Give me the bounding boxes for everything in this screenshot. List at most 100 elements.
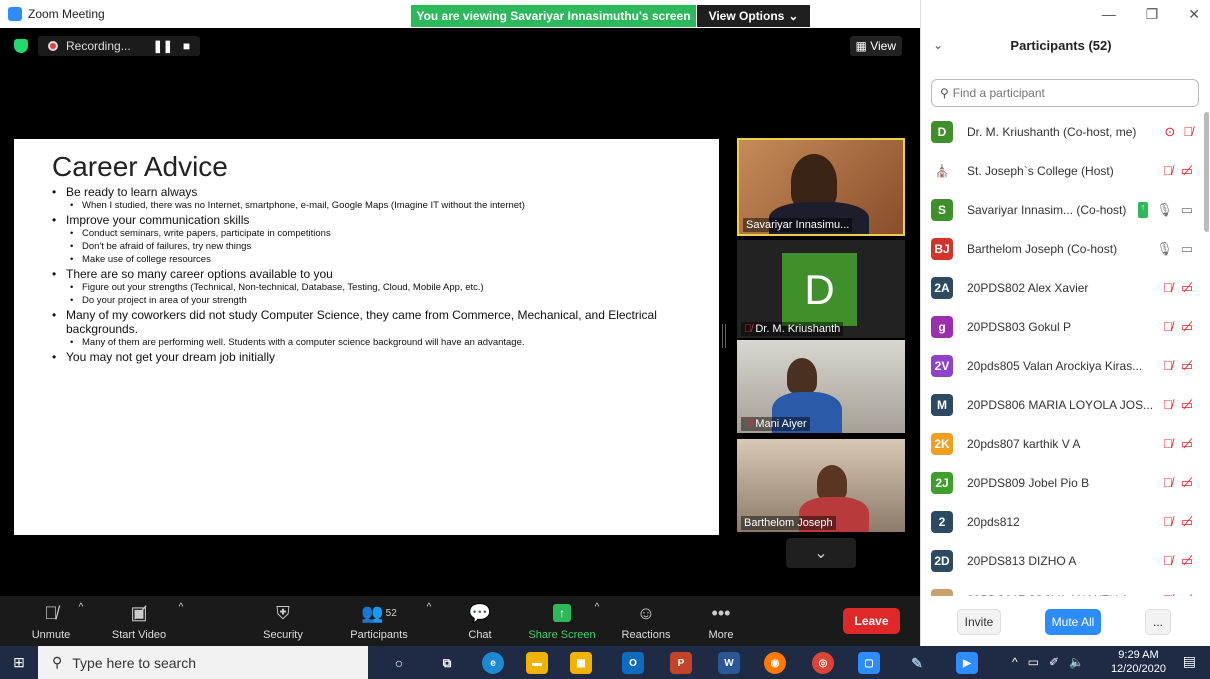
word-icon[interactable]: W	[718, 652, 740, 674]
more-label: More	[708, 629, 734, 641]
outlook-icon[interactable]: O	[622, 652, 644, 674]
network-icon[interactable]: ▭	[1028, 655, 1039, 669]
audio-options-caret[interactable]: ^	[74, 596, 88, 646]
video-tile-mani[interactable]: 🎙̸ Mani Aiyer	[737, 340, 905, 433]
participant-row[interactable]: ⛪ St. Joseph`s College (Host) 🎙̸ ▭̸	[921, 151, 1203, 190]
participant-row[interactable]: M 20PDS806 MARIA LOYOLA JOS... 🎙̸ ▭̸	[921, 385, 1203, 424]
participant-row[interactable]: D Dr. M. Kriushanth (Co-host, me) ⊙ 🎙̸	[921, 112, 1203, 151]
file-explorer-icon[interactable]: ▬	[526, 652, 548, 674]
mute-all-button[interactable]: Mute All	[1045, 609, 1101, 635]
participant-row[interactable]: g 20PDS803 Gokul P 🎙̸ ▭̸	[921, 307, 1203, 346]
participant-row[interactable]: 20PDS817 JOSVA ANANTH A 🎙̸ ▭̸	[921, 580, 1203, 596]
participants-options-caret[interactable]: ^	[422, 596, 436, 646]
security-button[interactable]: ⛨ Security	[258, 596, 308, 646]
participant-status: 🎙̸ ▭̸	[1163, 475, 1193, 491]
share-screen-label: Share Screen	[528, 629, 596, 641]
participant-status: 🎙̸ ▭̸	[1163, 358, 1193, 374]
participants-panel: — ❐ ✕ ⌄ Participants (52) ⚲ DDr. M. Kriu…	[920, 0, 1210, 646]
participant-name: 20pds812	[967, 514, 1020, 529]
slide-bullet: Many of my coworkers did not study Compu…	[52, 308, 681, 336]
participant-row[interactable]: 2J 20PDS809 Jobel Pio B 🎙̸ ▭̸	[921, 463, 1203, 502]
paint-icon[interactable]: ✎	[906, 652, 928, 674]
participant-status: ⊙ 🎙̸	[1164, 124, 1193, 140]
slide-sub-bullet: Don't be afraid of failures, try new thi…	[52, 240, 681, 253]
view-button[interactable]: ▦ View	[849, 36, 902, 56]
participant-row[interactable]: BJ Barthelom Joseph (Co-host) 🎙 ▭	[921, 229, 1203, 268]
encryption-shield-icon[interactable]	[14, 39, 28, 53]
chevron-up-icon[interactable]: ^	[1012, 655, 1018, 669]
view-options-button[interactable]: View Options ⌄	[697, 5, 810, 27]
participant-name: Savariyar Innasim... (Co-host)	[967, 202, 1127, 217]
volume-icon[interactable]: 🔈	[1069, 655, 1084, 669]
restore-icon[interactable]: ❐	[1146, 6, 1159, 23]
grid-icon: ▦	[855, 39, 871, 53]
close-icon[interactable]: ✕	[1188, 6, 1200, 23]
record-icon	[48, 41, 58, 51]
avatar: 2V	[931, 354, 953, 377]
share-options-caret[interactable]: ^	[590, 596, 604, 646]
windows-start-icon[interactable]: ⊞	[0, 646, 38, 679]
participant-row[interactable]: 2D 20PDS813 DIZHO A 🎙̸ ▭̸	[921, 541, 1203, 580]
recording-label: Recording...	[66, 39, 131, 53]
screen-capture-icon[interactable]: ▢	[858, 652, 880, 674]
taskbar-search[interactable]: ⚲ Type here to search	[38, 646, 368, 679]
participant-row[interactable]: 2 20pds812 🎙̸ ▭̸	[921, 502, 1203, 541]
video-tile-savariyar[interactable]: Savariyar Innasimu...	[737, 138, 905, 236]
slide-title: Career Advice	[52, 151, 228, 182]
zoom-taskbar-icon[interactable]: ▶	[956, 652, 978, 674]
search-input[interactable]	[952, 86, 1173, 100]
window-title: Zoom Meeting	[28, 7, 105, 21]
taskbar-search-placeholder: Type here to search	[72, 654, 197, 671]
video-off-icon: ▭̸	[1180, 513, 1193, 529]
chat-button[interactable]: 💬 Chat	[460, 596, 500, 646]
video-off-icon: ▭̸	[1180, 552, 1193, 568]
participant-name: 20PDS809 Jobel Pio B	[967, 475, 1090, 490]
participant-search[interactable]: ⚲	[931, 79, 1199, 107]
chrome-icon[interactable]: ◎	[812, 652, 834, 674]
resize-handle[interactable]	[722, 324, 726, 348]
start-video-button[interactable]: ▣̸ Start Video	[104, 596, 174, 646]
share-screen-button[interactable]: ↑ Share Screen	[526, 596, 598, 646]
participant-row[interactable]: 2V 20pds805 Valan Arockiya Kiras... 🎙̸ ▭̸	[921, 346, 1203, 385]
mic-icon: 🎙	[1156, 201, 1173, 217]
invite-button[interactable]: Invite	[957, 609, 1001, 635]
pen-icon[interactable]: ✐	[1049, 655, 1059, 669]
video-options-caret[interactable]: ^	[174, 596, 188, 646]
participant-status: 🎙̸ ▭̸	[1163, 280, 1193, 296]
tiles-scroll-down-button[interactable]: ⌄	[786, 538, 856, 568]
video-off-icon: ▭̸	[1180, 435, 1193, 451]
task-view-icon[interactable]: ⧉	[436, 652, 458, 674]
reactions-button[interactable]: ☺ Reactions	[618, 596, 674, 646]
mic-muted-icon: 🎙̸	[1183, 123, 1193, 139]
system-clock[interactable]: 9:29 AM 12/20/2020	[1111, 648, 1166, 676]
leave-button[interactable]: Leave	[843, 608, 900, 634]
participant-list-scrollbar[interactable]	[1204, 112, 1209, 232]
minimize-icon[interactable]: —	[1102, 6, 1116, 23]
cortana-icon[interactable]: ○	[388, 652, 410, 674]
participant-row[interactable]: 2A 20PDS802 Alex Xavier 🎙̸ ▭̸	[921, 268, 1203, 307]
participants-button[interactable]: 👥 52 Participants	[344, 596, 414, 646]
view-options-label: View Options	[708, 9, 785, 23]
video-off-icon: ▭̸	[1180, 474, 1193, 490]
share-screen-icon: ↑	[1137, 201, 1149, 218]
unmute-button[interactable]: 🎙̸ Unmute	[28, 596, 74, 646]
panel-more-button[interactable]: ...	[1145, 609, 1171, 635]
more-button[interactable]: ••• More	[704, 596, 738, 646]
participant-row[interactable]: 2K 20pds807 karthik V A 🎙̸ ▭̸	[921, 424, 1203, 463]
edge-browser-icon[interactable]: e	[482, 652, 504, 674]
meeting-toolbar: 🎙̸ Unmute ^ ▣̸ Start Video ^ ⛨ Security …	[0, 596, 920, 646]
video-tile-barthelom[interactable]: Barthelom Joseph	[737, 439, 905, 532]
firefox-icon[interactable]: ◉	[764, 652, 786, 674]
video-off-icon: ▭̸	[1180, 279, 1193, 295]
participant-status: 🎙̸ ▭̸	[1163, 436, 1193, 452]
participant-row[interactable]: S Savariyar Innasim... (Co-host) ↑ 🎙 ▭	[921, 190, 1203, 229]
powerpoint-icon[interactable]: P	[670, 652, 692, 674]
stop-recording-button[interactable]: ■	[183, 39, 190, 53]
share-screen-icon: ↑	[553, 601, 571, 625]
store-icon[interactable]: ▦	[570, 652, 592, 674]
notification-icon[interactable]: ▤	[1183, 653, 1196, 670]
pause-recording-button[interactable]: ❚❚	[153, 39, 173, 53]
chat-label: Chat	[468, 629, 492, 641]
video-tile-kriushanth[interactable]: D 🎙̸ Dr. M. Kriushanth	[737, 240, 905, 338]
participant-status: 🎙̸ ▭̸	[1163, 319, 1193, 335]
